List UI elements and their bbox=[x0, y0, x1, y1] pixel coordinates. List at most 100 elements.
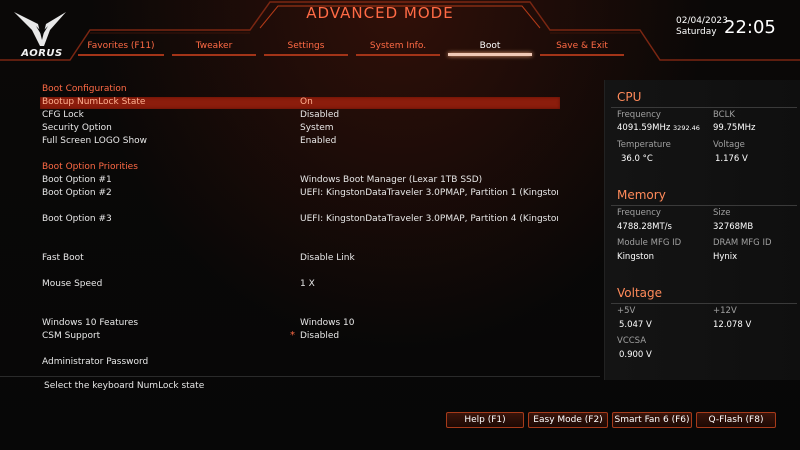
tab-favorites[interactable]: Favorites (F11) bbox=[78, 38, 164, 56]
changed-marker-icon: * bbox=[290, 330, 295, 341]
setting-row-cfg-lock[interactable]: CFG Lock Disabled bbox=[40, 110, 560, 122]
cpu-title: CPU bbox=[617, 90, 642, 104]
cpu-voltage-value: 1.176 V bbox=[715, 154, 748, 164]
divider bbox=[611, 205, 797, 206]
setting-label: Boot Option #3 bbox=[42, 214, 112, 224]
divider bbox=[611, 303, 797, 304]
easy-mode-button[interactable]: Easy Mode (F2) bbox=[528, 412, 608, 428]
tab-underline bbox=[540, 54, 624, 56]
module-mfg-value: Kingston bbox=[617, 252, 655, 262]
setting-value: Enabled bbox=[300, 136, 337, 146]
v12-value: 12.078 V bbox=[713, 320, 752, 330]
setting-label: Security Option bbox=[42, 123, 112, 133]
v12-label: +12V bbox=[713, 306, 737, 316]
vccsa-value: 0.900 V bbox=[619, 350, 652, 360]
boot-settings-panel: Boot Configuration Bootup NumLock State … bbox=[0, 82, 600, 382]
dram-mfg-label: DRAM MFG ID bbox=[713, 238, 772, 248]
tab-label: Boot bbox=[479, 41, 501, 51]
cpu-frequency-value: 4091.59MHz 3292.46 bbox=[617, 123, 700, 133]
help-description-bar: Select the keyboard NumLock state bbox=[0, 376, 600, 395]
q-flash-button[interactable]: Q-Flash (F8) bbox=[696, 412, 776, 428]
setting-label: Full Screen LOGO Show bbox=[42, 136, 148, 146]
brand-name: AORUS bbox=[21, 48, 63, 59]
setting-label: Windows 10 Features bbox=[42, 318, 139, 328]
setting-value: UEFI: KingstonDataTraveler 3.0PMAP, Part… bbox=[300, 188, 558, 198]
setting-row-bootup-numlock[interactable]: Bootup NumLock State On bbox=[40, 97, 560, 109]
eagle-icon bbox=[14, 12, 66, 46]
date-time: 02/04/2023 Saturday 22:05 bbox=[676, 16, 791, 42]
tab-label: Settings bbox=[287, 41, 325, 51]
tab-underline bbox=[356, 54, 440, 56]
tab-settings[interactable]: Settings bbox=[264, 38, 348, 56]
tab-label: Favorites (F11) bbox=[87, 41, 155, 51]
v5-value: 5.047 V bbox=[619, 320, 652, 330]
setting-row-boot-option-1[interactable]: Boot Option #1 Windows Boot Manager (Lex… bbox=[40, 175, 560, 187]
setting-row-windows-10-features[interactable]: Windows 10 Features Windows 10 bbox=[40, 318, 560, 330]
divider bbox=[611, 107, 797, 108]
setting-row-full-screen-logo[interactable]: Full Screen LOGO Show Enabled bbox=[40, 136, 560, 148]
date-text: 02/04/2023 bbox=[676, 16, 728, 26]
module-mfg-label: Module MFG ID bbox=[617, 238, 682, 248]
aorus-logo: AORUS bbox=[10, 6, 70, 66]
smart-fan-button[interactable]: Smart Fan 6 (F6) bbox=[612, 412, 692, 428]
cpu-temperature-label: Temperature bbox=[617, 140, 671, 150]
setting-row-boot-option-3[interactable]: Boot Option #3 UEFI: KingstonDataTravele… bbox=[40, 214, 560, 226]
setting-label: CFG Lock bbox=[42, 110, 84, 120]
setting-label: Fast Boot bbox=[42, 253, 84, 263]
tab-tweaker[interactable]: Tweaker bbox=[172, 38, 256, 56]
tab-label: System Info. bbox=[369, 41, 427, 51]
setting-value: 1 X bbox=[300, 279, 315, 289]
tab-underline bbox=[264, 54, 348, 56]
help-text: Select the keyboard NumLock state bbox=[44, 381, 205, 391]
memory-title: Memory bbox=[617, 188, 666, 202]
dram-mfg-value: Hynix bbox=[713, 252, 738, 262]
setting-value: UEFI: KingstonDataTraveler 3.0PMAP, Part… bbox=[300, 214, 558, 224]
setting-label: Boot Option #1 bbox=[42, 175, 112, 185]
section-boot-configuration: Boot Configuration bbox=[42, 84, 127, 94]
tab-label: Save & Exit bbox=[556, 41, 608, 51]
memory-size-value: 32768MB bbox=[713, 222, 754, 232]
memory-size-label: Size bbox=[713, 208, 731, 218]
help-button[interactable]: Help (F1) bbox=[446, 412, 524, 428]
setting-row-security-option[interactable]: Security Option System bbox=[40, 123, 560, 135]
setting-row-fast-boot[interactable]: Fast Boot Disable Link bbox=[40, 253, 560, 265]
setting-value: Windows Boot Manager (Lexar 1TB SSD) bbox=[300, 175, 483, 185]
tab-underline bbox=[78, 54, 164, 56]
cpu-bclk-value: 99.75MHz bbox=[713, 123, 756, 133]
setting-label: Administrator Password bbox=[42, 357, 149, 367]
vccsa-label: VCCSA bbox=[617, 336, 647, 346]
setting-value: System bbox=[300, 123, 334, 133]
cpu-temperature-value: 36.0 °C bbox=[621, 154, 653, 164]
setting-row-boot-option-2[interactable]: Boot Option #2 UEFI: KingstonDataTravele… bbox=[40, 188, 560, 200]
day-text: Saturday bbox=[676, 27, 717, 37]
mode-title: ADVANCED MODE bbox=[306, 4, 454, 22]
cpu-voltage-label: Voltage bbox=[713, 140, 745, 150]
setting-row-administrator-password[interactable]: Administrator Password bbox=[40, 357, 560, 369]
setting-value: Disabled bbox=[300, 331, 340, 341]
cpu-frequency-sub: 3292.46 bbox=[673, 124, 700, 132]
tab-save-exit[interactable]: Save & Exit bbox=[540, 38, 624, 56]
footer-bar: Help (F1) Easy Mode (F2) Smart Fan 6 (F6… bbox=[0, 408, 800, 450]
setting-value: Windows 10 bbox=[300, 318, 355, 328]
cpu-frequency-label: Frequency bbox=[617, 110, 661, 120]
header-bar: AORUS ADVANCED MODE Favorites (F11) Twea… bbox=[0, 0, 800, 62]
setting-value: On bbox=[300, 97, 313, 107]
tab-label: Tweaker bbox=[195, 41, 233, 51]
clock-text: 22:05 bbox=[724, 17, 776, 38]
memory-frequency-label: Frequency bbox=[617, 208, 661, 218]
setting-label: Boot Option #2 bbox=[42, 188, 112, 198]
setting-row-mouse-speed[interactable]: Mouse Speed 1 X bbox=[40, 279, 560, 291]
setting-value: Disable Link bbox=[300, 253, 355, 263]
cpu-bclk-label: BCLK bbox=[713, 110, 735, 120]
hardware-monitor-sidebar: CPU Frequency BCLK 4091.59MHz 3292.46 99… bbox=[604, 80, 800, 380]
v5-label: +5V bbox=[617, 306, 636, 316]
cpu-frequency-main: 4091.59MHz bbox=[617, 123, 671, 133]
memory-frequency-value: 4788.28MT/s bbox=[617, 222, 672, 232]
setting-row-csm-support[interactable]: CSM Support * Disabled bbox=[40, 330, 560, 343]
section-boot-option-priorities: Boot Option Priorities bbox=[42, 162, 138, 172]
setting-label: Bootup NumLock State bbox=[42, 97, 146, 107]
tab-boot[interactable]: Boot bbox=[448, 38, 532, 56]
setting-label: Mouse Speed bbox=[42, 279, 103, 289]
voltage-title: Voltage bbox=[617, 286, 663, 300]
tab-system-info[interactable]: System Info. bbox=[356, 38, 440, 56]
